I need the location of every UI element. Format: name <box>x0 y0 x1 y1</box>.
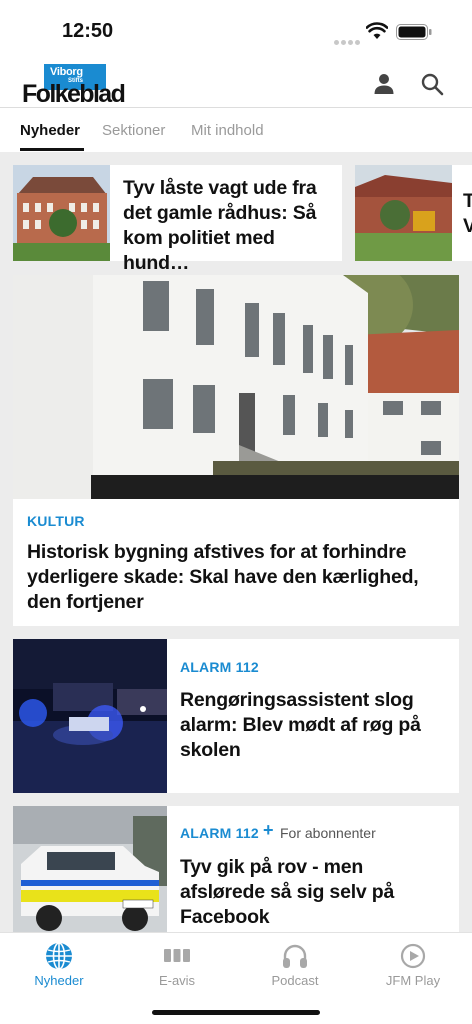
headphones-icon <box>283 944 307 968</box>
carousel-article-card[interactable]: T V <box>355 165 472 261</box>
wifi-icon <box>366 22 388 39</box>
article-card[interactable]: ALARM 112 + For abonnenter Tyv gik på ro… <box>13 806 459 932</box>
article-title: Rengøringsassistent slog alarm: Blev mød… <box>180 689 421 761</box>
status-bar: 12:50 <box>0 0 472 62</box>
active-tab-indicator <box>20 148 84 151</box>
signal-icon <box>334 32 362 50</box>
article-title: T V <box>463 190 472 237</box>
newspaper-icon <box>164 949 190 962</box>
status-time: 12:50 <box>62 20 114 42</box>
search-icon[interactable] <box>420 72 444 96</box>
nav-podcast[interactable]: Podcast <box>245 941 345 988</box>
article-card[interactable]: ALARM 112 Rengøringsassistent slog alarm… <box>13 639 459 793</box>
article-title: Tyv låste vagt ude fra det gamle rådhus:… <box>123 177 317 274</box>
play-icon <box>400 943 426 969</box>
featured-article-card[interactable]: KULTUR Historisk bygning afstives for at… <box>13 275 459 626</box>
premium-label: For abonnenter <box>280 825 376 841</box>
section-tabs: Nyheder Sektioner Mit indhold <box>0 108 472 152</box>
article-title: Tyv gik på rov - men afslørede så sig se… <box>180 856 395 928</box>
premium-plus-icon: + <box>263 820 274 840</box>
battery-icon <box>396 24 432 40</box>
globe-icon <box>46 942 72 970</box>
nav-label: Nyheder <box>34 973 84 988</box>
logo-main-text: Folkeblad <box>22 80 126 108</box>
nav-label: Podcast <box>271 973 319 988</box>
article-image <box>13 639 167 793</box>
nav-e-avis[interactable]: E-avis <box>127 941 227 988</box>
article-category: ALARM 112 <box>180 825 259 841</box>
tab-nyheder[interactable]: Nyheder <box>20 122 80 139</box>
article-category: KULTUR <box>27 513 85 529</box>
article-image <box>13 165 110 261</box>
app-header: Viborg Stifts Folkeblad <box>0 62 472 108</box>
user-icon[interactable] <box>372 72 396 96</box>
article-image <box>355 165 452 261</box>
nav-label: E-avis <box>158 973 196 988</box>
article-category: ALARM 112 <box>180 659 259 675</box>
tab-mit-indhold[interactable]: Mit indhold <box>191 122 264 139</box>
logo-top-text: Viborg <box>50 66 83 78</box>
tab-sektioner[interactable]: Sektioner <box>102 122 165 139</box>
article-image <box>13 806 167 932</box>
article-image <box>13 275 459 499</box>
carousel-article-card[interactable]: Tyv låste vagt ude fra det gamle rådhus:… <box>13 165 342 274</box>
nav-jfm-play[interactable]: JFM Play <box>363 941 463 988</box>
home-indicator[interactable] <box>152 1010 320 1015</box>
article-title: Historisk bygning afstives for at forhin… <box>27 541 419 613</box>
nav-nyheder[interactable]: Nyheder <box>9 941 109 988</box>
nav-label: JFM Play <box>385 973 441 988</box>
app-logo[interactable]: Viborg Stifts Folkeblad <box>22 64 128 108</box>
